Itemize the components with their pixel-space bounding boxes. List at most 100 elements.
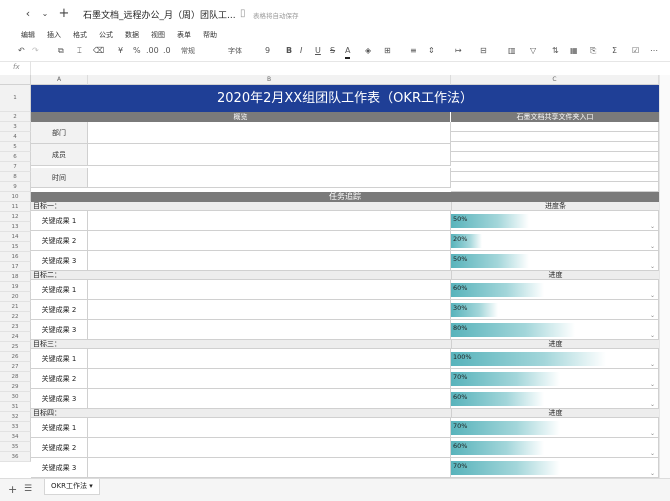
row-header[interactable]: 25 [0,342,31,352]
row-header[interactable]: 28 [0,372,31,382]
row-header[interactable]: 26 [0,352,31,362]
row-header[interactable]: 33 [0,422,31,432]
shared-folder-cell[interactable] [451,162,659,172]
row-header[interactable]: 36 [0,452,31,462]
sum-button[interactable]: Σ [612,45,617,57]
row-header[interactable]: 1 [0,85,31,112]
key-result-progress-cell[interactable]: 100% ⌄ [451,349,659,369]
row-header[interactable]: 20 [0,292,31,302]
bookmark-icon[interactable]: ▯ [240,8,246,19]
key-result-label[interactable]: 关键成果 2 [31,438,88,458]
key-result-label[interactable]: 关键成果 2 [31,300,88,320]
vertical-align-icon[interactable]: ⇕ [428,45,435,57]
border-icon[interactable]: ⊞ [384,45,391,57]
task-tracking-header[interactable]: 任务追踪 [31,192,659,202]
row-header[interactable]: 34 [0,432,31,442]
font-size-select[interactable]: 9 [265,45,270,57]
font-select[interactable]: 字体 [228,45,242,57]
chevron-down-icon[interactable]: ⌄ [650,401,655,408]
key-result-detail-cell[interactable] [88,231,451,251]
row-header[interactable]: 3 [0,122,31,132]
goal-label[interactable]: 目标四： [31,409,451,418]
redo-icon[interactable]: ↷ [32,45,39,57]
currency-button[interactable]: ¥ [118,45,123,57]
key-result-label[interactable]: 关键成果 3 [31,389,88,409]
bold-button[interactable]: B [286,45,292,57]
font-color-button[interactable]: A [345,45,351,59]
overview-header[interactable]: 概览 [31,112,451,122]
key-result-detail-cell[interactable] [88,418,451,438]
key-result-progress-cell[interactable]: 20% ⌄ [451,231,659,251]
chevron-down-icon[interactable]: ⌄ [650,292,655,299]
shared-folder-cell[interactable] [451,172,659,182]
row-header[interactable]: 19 [0,282,31,292]
goal-label[interactable]: 目标一： [31,202,451,211]
goal-progress-header[interactable]: 进度 [451,409,659,418]
goal-progress-header[interactable]: 进度 [451,271,659,280]
row-header[interactable]: 14 [0,232,31,242]
shared-folder-cell[interactable] [451,122,659,132]
row-header[interactable]: 32 [0,412,31,422]
menu-form[interactable]: 表单 [177,30,191,40]
info-label[interactable]: 成员 [31,144,88,166]
menu-formula[interactable]: 公式 [99,30,113,40]
wrap-text-icon[interactable]: ↦ [455,45,462,57]
row-header[interactable]: 24 [0,332,31,342]
row-header[interactable]: 9 [0,182,31,192]
key-result-progress-cell[interactable]: 70% ⌄ [451,458,659,478]
key-result-progress-cell[interactable]: 30% ⌄ [451,300,659,320]
key-result-detail-cell[interactable] [88,320,451,340]
row-header[interactable]: 11 [0,202,31,212]
underline-button[interactable]: U [315,45,321,57]
link-icon[interactable]: ⎘ [590,45,596,57]
key-result-progress-cell[interactable]: 70% ⌄ [451,369,659,389]
percent-button[interactable]: % [133,45,141,57]
chevron-down-icon[interactable]: ⌄ [650,430,655,437]
vertical-scrollbar[interactable] [659,75,670,478]
chevron-down-icon[interactable]: ⌄ [650,312,655,319]
menu-edit[interactable]: 编辑 [21,30,35,40]
sheet-title[interactable]: 2020年2月XX组团队工作表（OKR工作法） [31,85,659,112]
sheet-tab-okr[interactable]: OKR工作法 ▾ [44,479,100,495]
key-result-label[interactable]: 关键成果 2 [31,369,88,389]
menu-help[interactable]: 帮助 [203,30,217,40]
select-all-corner[interactable] [0,75,31,85]
key-result-label[interactable]: 关键成果 3 [31,251,88,271]
shared-folder-cell[interactable] [451,132,659,142]
key-result-detail-cell[interactable] [88,211,451,231]
key-result-label[interactable]: 关键成果 2 [31,231,88,251]
sort-icon[interactable]: ⇅ [552,45,559,57]
row-header[interactable]: 10 [0,192,31,202]
key-result-label[interactable]: 关键成果 1 [31,280,88,300]
chevron-down-icon[interactable]: ⌄ [650,361,655,368]
checkbox-icon[interactable]: ☑ [632,45,639,57]
copy-format-icon[interactable]: ⧉ [58,45,64,57]
decimal-up-button[interactable]: .0 [163,45,171,57]
row-header[interactable]: 18 [0,272,31,282]
row-header[interactable]: 4 [0,132,31,142]
filter-icon[interactable]: ▽ [530,45,536,57]
goal-progress-header[interactable]: 进度条 [451,202,659,211]
key-result-progress-cell[interactable]: 60% ⌄ [451,438,659,458]
info-label[interactable]: 时间 [31,168,88,188]
row-header[interactable]: 22 [0,312,31,322]
row-header[interactable]: 5 [0,142,31,152]
italic-button[interactable]: I [300,45,302,57]
table-icon[interactable]: ▦ [570,45,578,57]
menu-view[interactable]: 视图 [151,30,165,40]
chevron-down-icon[interactable]: ⌄ [650,263,655,270]
key-result-label[interactable]: 关键成果 3 [31,320,88,340]
key-result-label[interactable]: 关键成果 1 [31,211,88,231]
menu-format[interactable]: 格式 [73,30,87,40]
info-value-cell[interactable] [88,144,451,166]
row-header[interactable]: 30 [0,392,31,402]
row-header[interactable]: 6 [0,152,31,162]
chevron-down-icon[interactable]: ⌄ [650,223,655,230]
strikethrough-button[interactable]: S [330,45,335,57]
fill-color-icon[interactable]: ◈ [365,45,371,57]
info-value-cell[interactable] [88,168,451,188]
align-left-icon[interactable]: ≡ [410,45,417,57]
key-result-detail-cell[interactable] [88,349,451,369]
number-format-select[interactable]: 常规 [181,45,195,57]
freeze-icon[interactable]: ▥ [508,45,516,57]
